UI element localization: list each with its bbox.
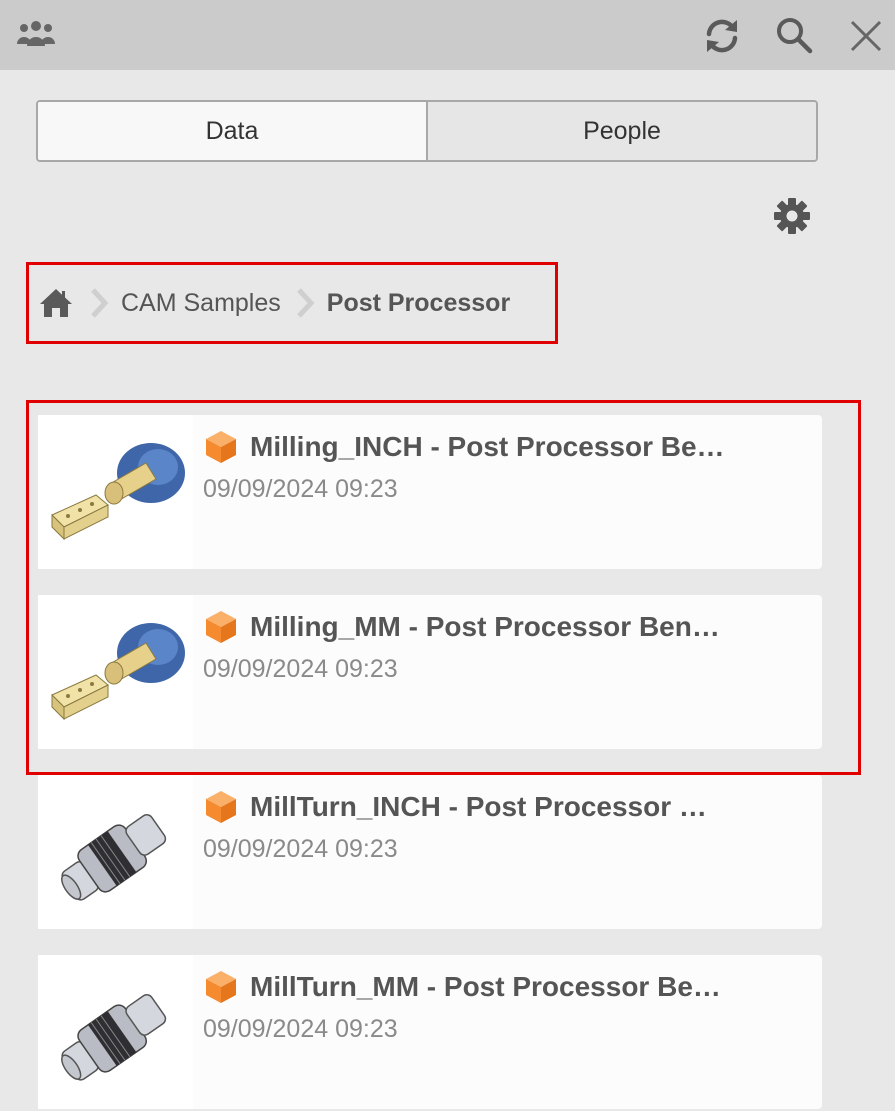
design-cube-icon [206,791,236,823]
tab-data-label: Data [205,116,259,145]
millturn-part-thumbnail [61,814,167,901]
milling-part-thumbnail [51,623,185,721]
file-title-row: Milling_INCH - Post Processor Be… [204,429,804,465]
file-title: MillTurn_INCH - Post Processor … [250,791,707,822]
view-tabs: Data People [36,100,818,162]
team-icon [17,21,55,46]
breadcrumb-item-post-processor: Post Processor [326,288,511,317]
search-icon[interactable] [772,14,816,58]
home-icon[interactable] [37,284,75,322]
file-date: 09/09/2024 09:23 [203,835,398,863]
file-thumbnail [38,595,193,749]
tab-people[interactable]: People [426,102,816,160]
file-title-row: MillTurn_MM - Post Processor Be… [204,969,804,1005]
close-icon[interactable] [846,14,886,58]
gear-icon[interactable] [772,196,812,236]
design-cube-icon [206,611,236,643]
file-title: MillTurn_MM - Post Processor Be… [250,971,721,1002]
file-thumbnail [38,415,193,569]
file-title: Milling_MM - Post Processor Ben… [250,611,720,642]
breadcrumb-item-cam-samples[interactable]: CAM Samples [121,289,281,318]
chevron-right-icon [91,288,109,318]
file-item[interactable]: Milling_INCH - Post Processor Be… 09/09/… [38,415,822,569]
file-date: 09/09/2024 09:23 [203,475,398,503]
file-title-row: MillTurn_INCH - Post Processor … [204,789,804,825]
tab-data[interactable]: Data [38,102,426,160]
file-item[interactable]: Milling_MM - Post Processor Ben… 09/09/2… [38,595,822,749]
breadcrumb: CAM Samples Post Processor [26,262,558,344]
design-cube-icon [206,431,236,463]
top-bar [0,0,895,70]
file-title: Milling_INCH - Post Processor Be… [250,431,725,462]
file-item[interactable]: MillTurn_MM - Post Processor Be… 09/09/2… [38,955,822,1109]
file-date: 09/09/2024 09:23 [203,1015,398,1043]
file-date: 09/09/2024 09:23 [203,655,398,683]
millturn-part-thumbnail [61,994,167,1081]
milling-part-thumbnail [51,443,185,541]
chevron-right-icon [296,288,315,318]
tab-people-label: People [583,116,661,145]
file-item[interactable]: MillTurn_INCH - Post Processor … 09/09/2… [38,775,822,929]
design-cube-icon [206,971,236,1003]
file-title-row: Milling_MM - Post Processor Ben… [204,609,804,645]
file-thumbnail [38,955,193,1109]
refresh-icon[interactable] [700,14,744,58]
file-thumbnail [38,775,193,929]
